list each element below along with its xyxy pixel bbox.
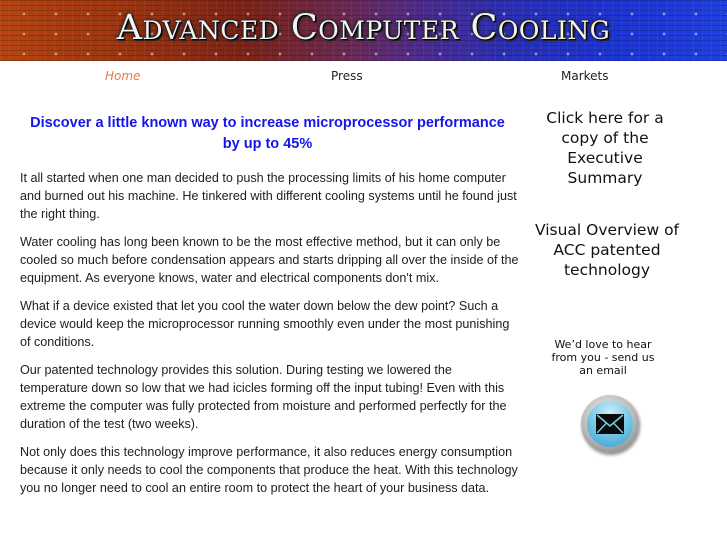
paragraph: Water cooling has long been known to be …	[20, 235, 519, 285]
visual-overview-link[interactable]: Visual Overview of ACC patented technolo…	[527, 220, 687, 280]
site-title: Advanced Computer Cooling	[116, 8, 611, 48]
paragraph: Not only does this technology improve pe…	[20, 445, 518, 495]
visual-overview-block: Visual Overview of ACC patented technolo…	[527, 220, 687, 280]
page-headline: Discover a little known way to increase …	[30, 115, 505, 152]
executive-summary-block: Click here for a copy of the Executive S…	[530, 108, 680, 188]
email-button[interactable]	[581, 395, 639, 453]
paragraph: It all started when one man decided to p…	[20, 171, 517, 221]
envelope-icon	[596, 414, 624, 434]
executive-summary-link[interactable]: Click here for a copy of the Executive S…	[530, 108, 680, 188]
paragraph: Our patented technology provides this so…	[20, 363, 507, 431]
email-button-face	[587, 401, 633, 447]
site-banner: Advanced Computer Cooling	[0, 0, 727, 61]
paragraph: What if a device existed that let you co…	[20, 299, 510, 349]
nav-home[interactable]: Home	[105, 69, 140, 83]
main-content: It all started when one man decided to p…	[20, 169, 520, 507]
email-prompt: We’d love to hear from you - send us an …	[551, 338, 655, 377]
nav-press[interactable]: Press	[331, 69, 363, 83]
nav-markets[interactable]: Markets	[561, 69, 609, 83]
main-nav: Home Press Markets	[0, 69, 727, 85]
